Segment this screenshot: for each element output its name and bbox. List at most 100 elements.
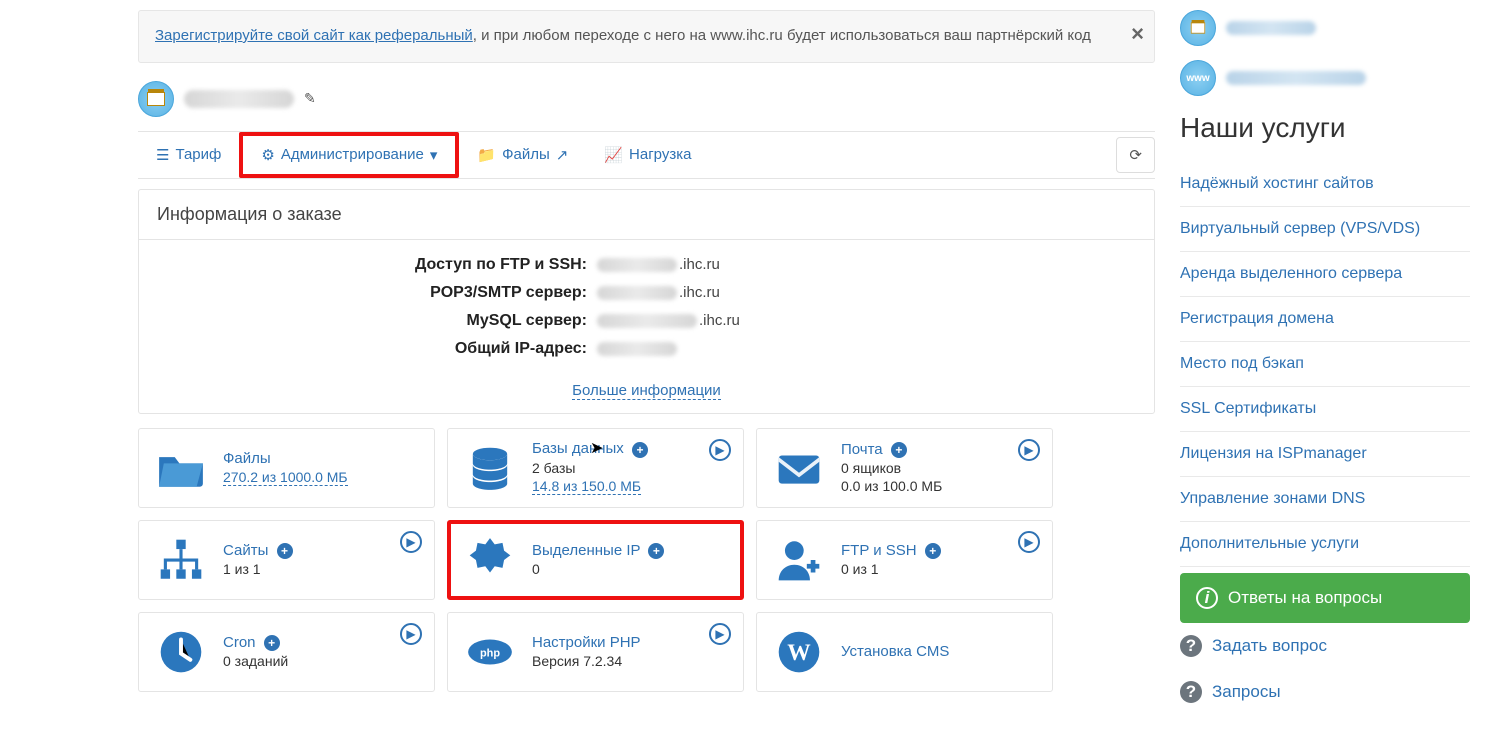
card-mail-sub: 0 ящиков	[841, 460, 1038, 476]
card-ip-sub: 0	[532, 561, 729, 577]
chart-icon: 📈	[604, 146, 623, 164]
svg-text:W: W	[787, 639, 811, 665]
requests-link[interactable]: ? Запросы	[1180, 669, 1470, 715]
go-icon[interactable]: ▶	[709, 623, 731, 645]
card-ftp[interactable]: FTP и SSH + 0 из 1 ▶	[756, 520, 1053, 600]
go-icon[interactable]: ▶	[1018, 531, 1040, 553]
tab-tariff[interactable]: ☰ Тариф	[138, 132, 239, 178]
tab-files[interactable]: 📁 Файлы ↗	[459, 132, 586, 178]
plus-icon[interactable]: +	[264, 635, 280, 651]
card-ftp-sub: 0 из 1	[841, 561, 1038, 577]
card-files-title: Файлы	[223, 450, 420, 467]
panel-title: Информация о заказе	[139, 190, 1154, 240]
gear-icon: ⚙	[261, 146, 274, 164]
go-icon[interactable]: ▶	[709, 439, 731, 461]
tab-files-label: Файлы	[502, 146, 550, 163]
info-icon: i	[1196, 587, 1218, 609]
site-icon	[138, 81, 174, 117]
go-icon[interactable]: ▶	[400, 531, 422, 553]
referral-text: , и при любом переходе с него на www.ihc…	[473, 27, 1091, 44]
card-cms[interactable]: W Установка CMS	[756, 612, 1053, 692]
service-link[interactable]: Место под бэкап	[1180, 342, 1470, 387]
card-cms-title: Установка CMS	[841, 643, 1038, 660]
sidebar-site-2[interactable]: www	[1180, 60, 1470, 96]
service-link[interactable]: Дополнительные услуги	[1180, 522, 1470, 567]
edit-icon[interactable]: ✎	[304, 90, 316, 107]
plus-icon[interactable]: +	[891, 442, 907, 458]
card-php-sub: Версия 7.2.34	[532, 653, 729, 669]
site-header: ✎	[138, 81, 1155, 117]
badge-icon	[462, 532, 518, 588]
requests-label: Запросы	[1212, 682, 1281, 702]
card-cron[interactable]: Cron + 0 заданий ▶	[138, 612, 435, 692]
clock-icon	[153, 624, 209, 680]
more-info-link[interactable]: Больше информации	[572, 382, 721, 400]
service-link[interactable]: Управление зонами DNS	[1180, 477, 1470, 522]
ftp-value: .ihc.ru	[597, 256, 720, 274]
plus-icon[interactable]: +	[632, 442, 648, 458]
tab-load[interactable]: 📈 Нагрузка	[586, 132, 709, 178]
card-ftp-title: FTP и SSH +	[841, 542, 1038, 559]
service-link[interactable]: Регистрация домена	[1180, 297, 1470, 342]
ask-label: Задать вопрос	[1212, 636, 1327, 656]
service-link[interactable]: Лицензия на ISPmanager	[1180, 432, 1470, 477]
site-name-blurred	[184, 90, 294, 108]
database-icon	[462, 440, 518, 496]
card-db[interactable]: Базы данных + 2 базы 14.8 из 150.0 МБ ▶	[447, 428, 744, 508]
pop-label: POP3/SMTP сервер:	[157, 284, 597, 302]
card-sites-title: Сайты +	[223, 542, 420, 559]
service-link[interactable]: Надёжный хостинг сайтов	[1180, 162, 1470, 207]
pop-value: .ihc.ru	[597, 284, 720, 302]
services-links: Надёжный хостинг сайтов Виртуальный серв…	[1180, 162, 1470, 567]
card-dedicated-ip[interactable]: Выделенные IP + 0	[447, 520, 744, 600]
folder-open-icon	[153, 440, 209, 496]
card-php[interactable]: php Настройки PHP Версия 7.2.34 ▶	[447, 612, 744, 692]
card-ip-title: Выделенные IP +	[532, 542, 729, 559]
caret-down-icon: ▾	[430, 146, 438, 164]
plus-icon[interactable]: +	[925, 543, 941, 559]
card-db-sub: 2 базы	[532, 460, 729, 476]
sitemap-icon	[153, 532, 209, 588]
envelope-icon	[771, 440, 827, 496]
refresh-button[interactable]: ⟳	[1116, 137, 1155, 173]
tab-tariff-label: Тариф	[175, 146, 221, 163]
www-icon: www	[1180, 60, 1216, 96]
question-icon: ?	[1180, 681, 1202, 703]
site-name-blurred	[1226, 21, 1316, 35]
service-link[interactable]: SSL Сертификаты	[1180, 387, 1470, 432]
card-files-sub: 270.2 из 1000.0 МБ	[223, 469, 348, 486]
external-icon: ↗	[556, 146, 569, 164]
card-mail-title: Почта +	[841, 441, 1038, 458]
go-icon[interactable]: ▶	[400, 623, 422, 645]
svg-text:php: php	[480, 647, 500, 659]
order-info-panel: Информация о заказе Доступ по FTP и SSH:…	[138, 189, 1155, 414]
php-icon: php	[462, 624, 518, 680]
service-link[interactable]: Виртуальный сервер (VPS/VDS)	[1180, 207, 1470, 252]
card-cron-sub: 0 заданий	[223, 653, 420, 669]
cards-grid: Файлы 270.2 из 1000.0 МБ Базы данных + 2…	[138, 428, 1155, 692]
tab-load-label: Нагрузка	[629, 146, 691, 163]
go-icon[interactable]: ▶	[1018, 439, 1040, 461]
ip-label: Общий IP-адрес:	[157, 340, 597, 358]
card-files[interactable]: Файлы 270.2 из 1000.0 МБ	[138, 428, 435, 508]
plus-icon[interactable]: +	[277, 543, 293, 559]
mysql-value: .ihc.ru	[597, 312, 740, 330]
close-icon[interactable]: ×	[1131, 17, 1144, 50]
wordpress-icon: W	[771, 624, 827, 680]
card-mail[interactable]: Почта + 0 ящиков 0.0 из 100.0 МБ ▶	[756, 428, 1053, 508]
service-link[interactable]: Аренда выделенного сервера	[1180, 252, 1470, 297]
ftp-label: Доступ по FTP и SSH:	[157, 256, 597, 274]
site-icon	[1180, 10, 1216, 46]
tab-admin[interactable]: ⚙ Администрирование ▾	[239, 132, 459, 178]
ask-question-link[interactable]: ? Задать вопрос	[1180, 623, 1470, 669]
card-db-title: Базы данных +	[532, 440, 729, 457]
card-sites[interactable]: Сайты + 1 из 1 ▶	[138, 520, 435, 600]
site-name-blurred	[1226, 71, 1366, 85]
answers-button[interactable]: i Ответы на вопросы	[1180, 573, 1470, 623]
referral-link[interactable]: Зарегистрируйте свой сайт как реферальны…	[155, 27, 473, 44]
answers-label: Ответы на вопросы	[1228, 588, 1382, 608]
sliders-icon: ☰	[156, 146, 169, 164]
question-icon: ?	[1180, 635, 1202, 657]
sidebar-site-1[interactable]	[1180, 10, 1470, 46]
plus-icon[interactable]: +	[648, 543, 664, 559]
